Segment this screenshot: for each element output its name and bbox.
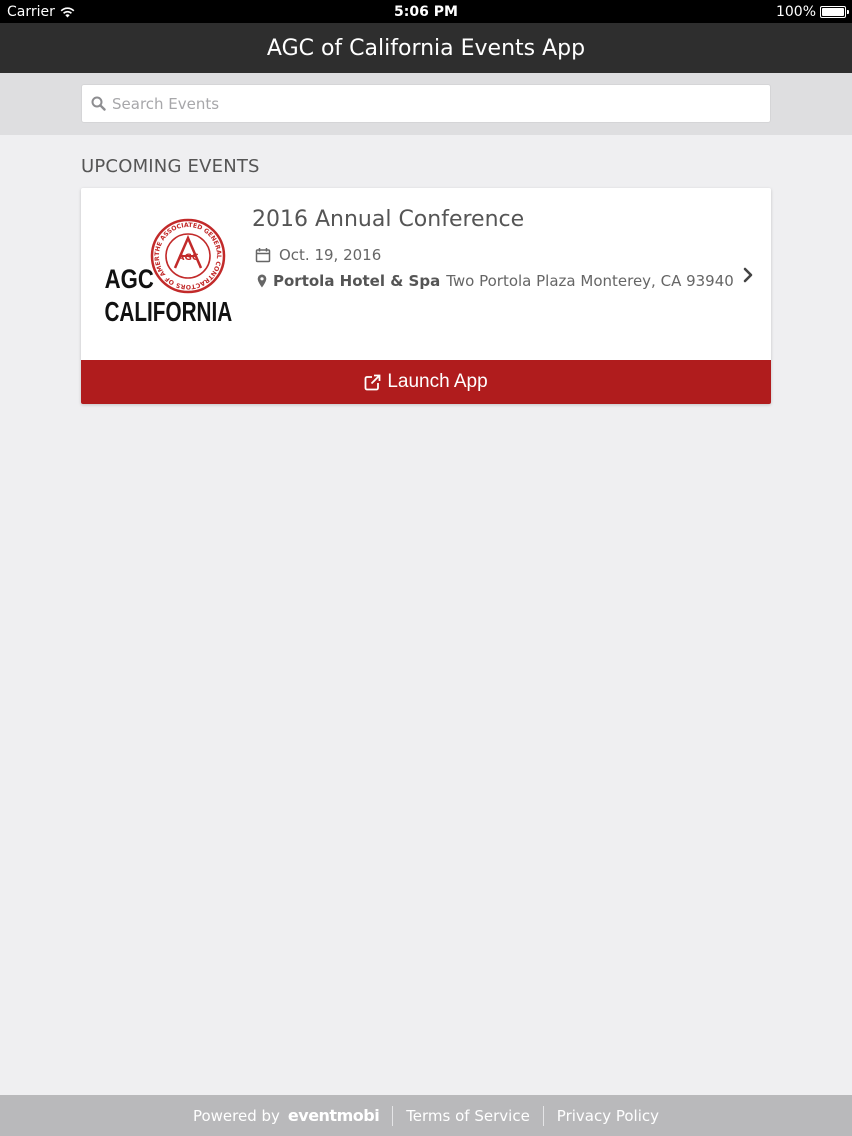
event-location-row: Portola Hotel & Spa Two Portola Plaza Mo… <box>257 272 734 290</box>
footer: Powered by eventmobi Terms of Service Pr… <box>0 1095 852 1136</box>
search-band <box>0 73 852 135</box>
map-marker-icon <box>257 274 267 288</box>
eventmobi-logo[interactable]: eventmobi <box>288 1106 380 1125</box>
powered-by-label: Powered by <box>192 1106 280 1125</box>
seal-letters: AGC <box>178 253 199 263</box>
powered-by: Powered by eventmobi <box>192 1106 380 1125</box>
status-time: 5:06 PM <box>394 4 458 20</box>
privacy-policy-link[interactable]: Privacy Policy <box>557 1107 659 1125</box>
event-address: Two Portola Plaza Monterey, CA 93940 <box>446 272 734 290</box>
event-card[interactable]: THE ASSOCIATED GENERAL CONTRACTORS OF AM… <box>81 188 771 404</box>
launch-app-label: Launch App <box>387 371 488 392</box>
carrier-indicator: Carrier <box>7 4 75 20</box>
status-bar: Carrier 5:06 PM 100% <box>0 0 852 23</box>
terms-of-service-link[interactable]: Terms of Service <box>406 1107 530 1125</box>
event-date: Oct. 19, 2016 <box>279 246 382 264</box>
app-title: AGC of California Events App <box>266 35 586 61</box>
chevron-right-icon[interactable] <box>741 266 755 284</box>
section-title: UPCOMING EVENTS <box>81 156 260 177</box>
battery-percent: 100% <box>775 4 816 20</box>
calendar-icon <box>255 248 271 263</box>
search-icon <box>91 96 106 111</box>
footer-divider <box>392 1105 394 1126</box>
event-date-row: Oct. 19, 2016 <box>255 246 381 264</box>
logo-text-agc: AGC <box>105 265 154 295</box>
footer-divider <box>542 1105 544 1126</box>
launch-app-button[interactable]: Launch App <box>81 360 771 404</box>
logo-text-california: CALIFORNIA <box>104 297 232 328</box>
wifi-icon <box>60 6 75 17</box>
external-link-icon <box>364 374 381 390</box>
agc-california-logo: THE ASSOCIATED GENERAL CONTRACTORS OF AM… <box>103 218 232 328</box>
carrier-label: Carrier <box>7 4 55 20</box>
nav-bar: AGC of California Events App <box>0 23 852 73</box>
event-venue: Portola Hotel & Spa <box>273 272 441 290</box>
battery-icon <box>820 6 849 18</box>
battery-indicator: 100% <box>775 4 849 20</box>
search-input[interactable] <box>112 85 770 122</box>
search-box[interactable] <box>81 84 771 123</box>
event-title[interactable]: 2016 Annual Conference <box>252 207 524 232</box>
